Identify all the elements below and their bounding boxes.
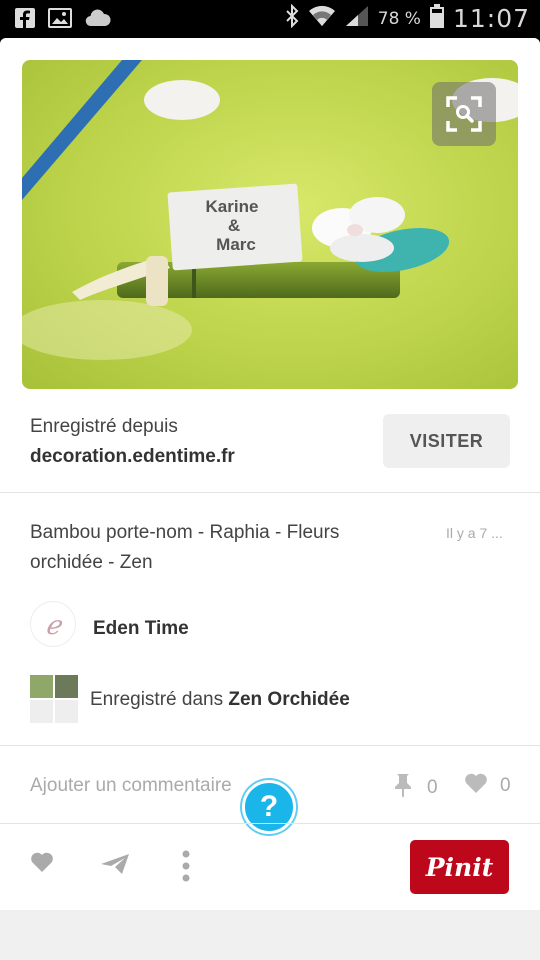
visual-search-button[interactable]	[432, 82, 496, 146]
board-thumb-tile	[55, 675, 78, 698]
image-caption-line-2: &	[228, 216, 240, 235]
divider	[0, 745, 540, 746]
pin-icon	[391, 772, 415, 804]
heart-icon	[30, 852, 54, 877]
status-bar: 78 % 11:07	[0, 0, 540, 38]
board-prefix: Enregistré dans	[90, 689, 224, 710]
battery-icon	[429, 3, 445, 34]
facebook-icon	[14, 7, 36, 34]
pin-closeup-sheet: Karine & Marc Enregistré depuis decorati…	[0, 38, 540, 960]
more-vertical-icon	[180, 850, 192, 887]
timestamp: Il y a 7 ...	[446, 525, 503, 541]
board-thumb-tile	[55, 700, 78, 723]
comment-input[interactable]: Ajouter un commentaire	[30, 775, 232, 797]
send-icon	[100, 854, 130, 880]
like-count: 0	[500, 775, 511, 796]
board-thumbnail[interactable]	[30, 675, 78, 723]
source-info: Enregistré depuis decoration.edentime.fr	[30, 416, 235, 468]
clock: 11:07	[452, 4, 530, 33]
source-domain-link[interactable]: decoration.edentime.fr	[30, 446, 235, 468]
image-caption-line-1: Karine	[206, 197, 259, 216]
divider	[0, 492, 540, 493]
bluetooth-icon	[284, 3, 300, 33]
board-thumb-tile	[30, 700, 53, 723]
pin-description: Bambou porte-nom - Raphia - Fleurs orchi…	[30, 522, 340, 573]
svg-text:ℯ: ℯ	[45, 611, 63, 641]
pinit-button[interactable]: Pinit	[410, 840, 509, 894]
author-name[interactable]: Eden Time	[93, 618, 189, 640]
help-button[interactable]: ?	[242, 780, 296, 834]
like-stat[interactable]: 0	[464, 772, 511, 800]
visual-search-icon	[445, 95, 483, 133]
author-avatar[interactable]: ℯ	[30, 601, 76, 647]
gallery-icon	[48, 7, 72, 34]
battery-percent: 78 %	[377, 8, 421, 29]
send-button[interactable]	[100, 852, 130, 881]
divider	[0, 823, 540, 824]
board-name[interactable]: Zen Orchidée	[228, 689, 349, 710]
signal-icon	[344, 4, 370, 33]
cloud-icon	[84, 7, 112, 34]
like-button[interactable]	[30, 851, 54, 878]
wifi-icon	[308, 4, 336, 33]
heart-icon	[464, 772, 488, 800]
board-thumb-tile	[30, 675, 53, 698]
source-label: Enregistré depuis	[30, 416, 178, 437]
pin-image[interactable]: Karine & Marc	[22, 60, 518, 389]
repin-stat[interactable]: 0	[391, 772, 438, 804]
more-options-button[interactable]	[180, 849, 192, 888]
repin-count: 0	[427, 777, 438, 798]
visit-button[interactable]: VISITER	[383, 414, 510, 468]
pin-card: Karine & Marc Enregistré depuis decorati…	[0, 38, 540, 910]
image-caption-line-3: Marc	[216, 235, 256, 254]
board-info[interactable]: Enregistré dans Zen Orchidée	[90, 689, 350, 711]
